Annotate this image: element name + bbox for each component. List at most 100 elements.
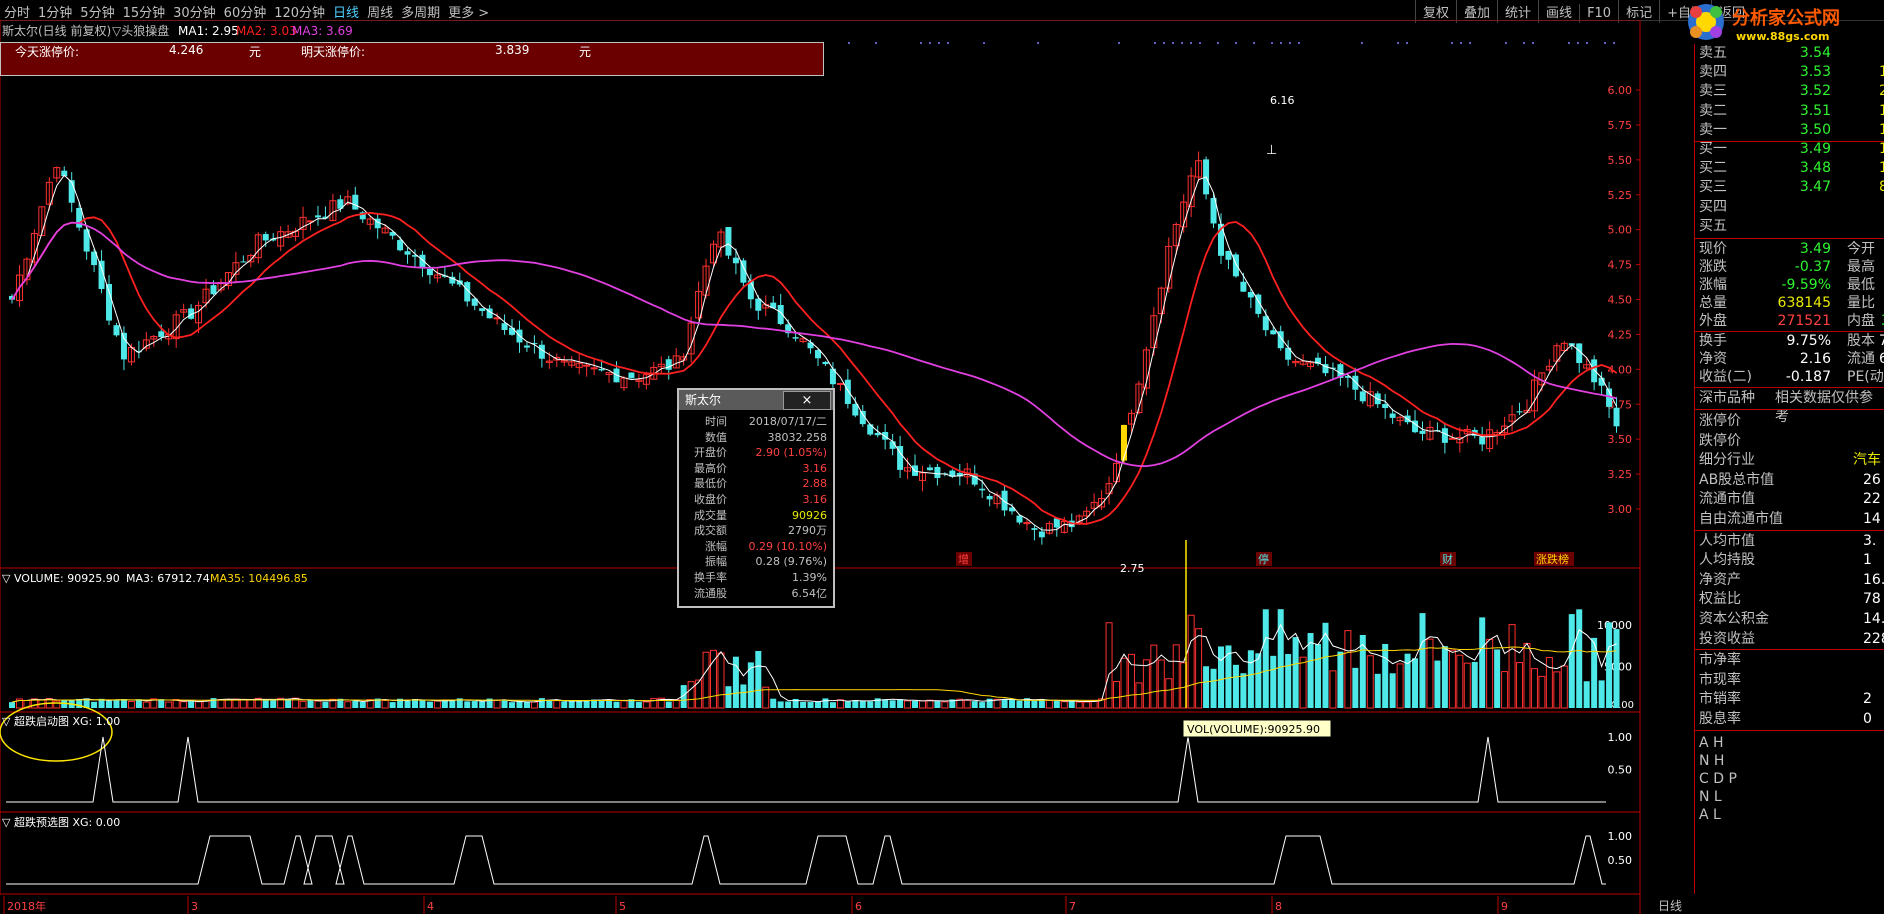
signal-dot	[1253, 42, 1255, 44]
volume-ma3: MA3: 67912.74	[126, 572, 210, 585]
volume-bar	[1292, 637, 1299, 708]
popup-row-label: 数值	[705, 430, 727, 444]
candle-body	[1441, 428, 1448, 443]
volume-bar	[180, 701, 188, 709]
volume-bar	[1448, 649, 1456, 709]
orderbook-price: 3.49	[1799, 141, 1831, 157]
volume-bar	[404, 700, 411, 708]
volume-bar	[889, 700, 896, 708]
sub1-header: ▽ 超跌启动图 XG: 1.00	[2, 714, 120, 728]
volume-bar	[1053, 700, 1060, 708]
period-toolbar: 分时 1分钟 5分钟 15分钟 30分钟 60分钟 120分钟 日线 周线 多周期 更多 > 复权叠…	[0, 0, 1884, 23]
candle-body	[1419, 430, 1426, 434]
signal-dot	[1163, 42, 1165, 44]
candle-body	[120, 332, 127, 360]
stats-label: 换手	[1699, 333, 1727, 349]
signal-dot	[1037, 42, 1039, 44]
kline-chart[interactable]: 斯太尔(日线 前复权) ▽头狼操盘 MA1: 2.95MA2: 3.03MA3: 3…	[0, 20, 1694, 914]
sub1-tick: 1.00	[1608, 731, 1633, 744]
orderbook-label: 买五	[1699, 217, 1727, 234]
stats-value-2: 7.	[1879, 333, 1884, 349]
signal-dot	[1523, 42, 1525, 44]
volume-bar	[867, 701, 874, 708]
candle-body	[725, 227, 732, 256]
orderbook-label: 卖四	[1699, 64, 1727, 81]
candle-body	[1389, 413, 1396, 418]
popup-row-label: 成交量	[694, 508, 727, 522]
sector-tabs: 深市品种 相关数据仅供参考	[1699, 389, 1884, 425]
volume-bar	[859, 701, 866, 708]
signal-dot	[1460, 42, 1462, 44]
candle-body	[979, 488, 986, 491]
event-tag: 涨跌榜	[1536, 552, 1569, 566]
volume-bar	[344, 701, 352, 709]
date-tick: 4	[427, 900, 434, 913]
quote-label: 外盘	[1699, 313, 1727, 329]
volume-bar	[433, 700, 441, 709]
volume-bar	[530, 701, 538, 709]
volume-bar	[1262, 609, 1269, 708]
volume-bar	[971, 701, 978, 708]
sub2-tick: 0.50	[1608, 854, 1633, 867]
candle-body	[598, 369, 605, 371]
sub2-header: ▽ 超跌预选图 XG: 0.00	[2, 815, 120, 829]
candle-body	[628, 372, 635, 379]
popup-row-value: 2.90 (1.05%)	[755, 446, 827, 460]
fundamental-row: 市现率	[1699, 671, 1884, 690]
quote-value: -0.37	[1794, 259, 1831, 275]
volume-bar	[1329, 670, 1337, 709]
volume-bar	[1232, 664, 1239, 708]
quote-row: 涨幅 -9.59% 最低	[1699, 276, 1884, 295]
orderbook-row: 买三 3.47 87	[1699, 178, 1884, 197]
volume-bar	[247, 699, 255, 709]
orderbook-price: 3.47	[1799, 179, 1831, 196]
orderbook-price: 3.52	[1799, 83, 1831, 100]
volume-bar	[1337, 651, 1344, 708]
price-tick: 5.75	[1608, 119, 1633, 132]
stats-value: -0.187	[1785, 369, 1831, 385]
volume-bar	[299, 700, 307, 709]
vol-tooltip: VOL(VOLUME):90925.90	[1187, 723, 1320, 736]
logo-name: 分析家公式网	[1732, 7, 1840, 29]
fundamental-label: 投资收益	[1699, 630, 1755, 647]
volume-bar	[1165, 678, 1173, 709]
stats-label-2: 股本	[1847, 333, 1875, 349]
today-limit-unit: 元	[249, 45, 262, 59]
popup-row: 最高价 3.16	[681, 461, 829, 476]
popup-row: 数值 38032.258	[681, 430, 829, 445]
volume-bar	[352, 700, 359, 708]
volume-bar	[934, 700, 941, 708]
fundamental-row: AB股总市值 26	[1699, 471, 1884, 490]
orderbook-volume: 13	[1879, 121, 1884, 138]
candle-body	[1240, 281, 1247, 292]
fundamental-label: 细分行业	[1699, 452, 1755, 469]
orderbook-row: 买四	[1699, 198, 1884, 217]
volume-bar	[1516, 662, 1524, 709]
today-limit-value: 4.246	[169, 43, 204, 57]
orderbook-price: 3.54	[1799, 45, 1831, 61]
extra-row: C D P	[1699, 770, 1884, 789]
orderbook-price: 3.48	[1799, 160, 1831, 177]
volume-bar	[568, 701, 575, 708]
volume-ma35: MA35: 104496.85	[210, 572, 308, 585]
date-tick: 6	[855, 900, 862, 913]
volume-bar	[165, 701, 173, 709]
popup-close-button[interactable]: ×	[783, 391, 831, 410]
volume-bar	[785, 701, 792, 708]
fundamental-row: 细分行业 汽车	[1699, 451, 1884, 470]
volume-bar	[1479, 617, 1486, 708]
bar-info-popup[interactable]: 斯太尔 × 时间 2018/07/17/二 数值 38032.258 开盘价 2.90 (…	[677, 388, 835, 608]
fundamental-row: 自由流通市值 14	[1699, 510, 1884, 529]
volume-bar	[1240, 673, 1247, 708]
volume-bar	[717, 652, 725, 709]
popup-row-value: 3.16	[802, 461, 828, 475]
volume-bar	[1001, 699, 1008, 708]
fundamental-row: 人均市值 3.	[1699, 532, 1884, 551]
candle-body	[836, 383, 844, 386]
candle-body	[113, 325, 120, 336]
date-tick: 3	[191, 900, 198, 913]
signal-dot	[1118, 42, 1120, 44]
volume-bar	[1613, 629, 1620, 708]
volume-bar	[620, 700, 628, 709]
volume-bar	[1315, 644, 1322, 708]
